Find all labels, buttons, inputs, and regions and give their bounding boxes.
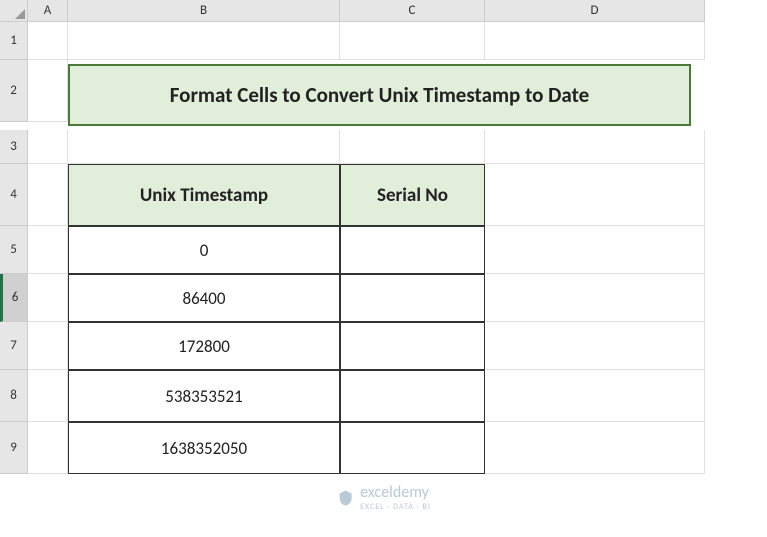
cell-d7[interactable] bbox=[485, 322, 705, 370]
col-header-a[interactable]: A bbox=[28, 0, 68, 22]
col-header-d[interactable]: D bbox=[485, 0, 705, 22]
row-header-2[interactable]: 2 bbox=[0, 60, 28, 122]
cell-a8[interactable] bbox=[28, 370, 68, 422]
cell-a7[interactable] bbox=[28, 322, 68, 370]
table-row[interactable]: 0 bbox=[68, 226, 340, 274]
cell-d5[interactable] bbox=[485, 226, 705, 274]
table-row[interactable]: 86400 bbox=[68, 274, 340, 322]
table-row[interactable]: 1638352050 bbox=[68, 422, 340, 474]
table-header-timestamp[interactable]: Unix Timestamp bbox=[68, 164, 340, 226]
watermark-logo-icon bbox=[336, 489, 354, 507]
select-all-corner[interactable] bbox=[0, 0, 28, 22]
cell-d1[interactable] bbox=[485, 22, 705, 60]
watermark: exceldemy EXCEL · DATA · BI bbox=[336, 483, 431, 512]
cell-b3[interactable] bbox=[68, 130, 340, 164]
cell-c3[interactable] bbox=[340, 130, 485, 164]
col-header-b[interactable]: B bbox=[68, 0, 340, 22]
cell-d9[interactable] bbox=[485, 422, 705, 474]
col-header-c[interactable]: C bbox=[340, 0, 485, 22]
row-header-3[interactable]: 3 bbox=[0, 130, 28, 164]
cell-a5[interactable] bbox=[28, 226, 68, 274]
table-header-serial[interactable]: Serial No bbox=[340, 164, 485, 226]
table-row[interactable]: 172800 bbox=[68, 322, 340, 370]
row-header-9[interactable]: 9 bbox=[0, 422, 28, 474]
table-row[interactable] bbox=[340, 322, 485, 370]
cell-a6[interactable] bbox=[28, 274, 68, 322]
watermark-brand: exceldemy bbox=[360, 483, 431, 502]
cell-a1[interactable] bbox=[28, 22, 68, 60]
table-row[interactable] bbox=[340, 422, 485, 474]
row-header-8[interactable]: 8 bbox=[0, 370, 28, 422]
cell-d3[interactable] bbox=[485, 130, 705, 164]
table-row[interactable] bbox=[340, 226, 485, 274]
cell-a2[interactable] bbox=[28, 60, 68, 122]
cell-a4[interactable] bbox=[28, 164, 68, 226]
title-cell[interactable]: Format Cells to Convert Unix Timestamp t… bbox=[68, 64, 691, 126]
row-header-7[interactable]: 7 bbox=[0, 322, 28, 370]
cell-a9[interactable] bbox=[28, 422, 68, 474]
table-row[interactable] bbox=[340, 274, 485, 322]
cell-b1[interactable] bbox=[68, 22, 340, 60]
table-row[interactable]: 538353521 bbox=[68, 370, 340, 422]
row-header-1[interactable]: 1 bbox=[0, 22, 28, 60]
row-header-5[interactable]: 5 bbox=[0, 226, 28, 274]
cell-d6[interactable] bbox=[485, 274, 705, 322]
watermark-tagline: EXCEL · DATA · BI bbox=[360, 502, 431, 512]
cell-d4[interactable] bbox=[485, 164, 705, 226]
row-header-6[interactable]: 6 bbox=[0, 274, 28, 322]
cell-c1[interactable] bbox=[340, 22, 485, 60]
spreadsheet-grid: A B C D 1 2 Format Cells to Convert Unix… bbox=[0, 0, 767, 474]
cell-d8[interactable] bbox=[485, 370, 705, 422]
table-row[interactable] bbox=[340, 370, 485, 422]
row-header-4[interactable]: 4 bbox=[0, 164, 28, 226]
cell-a3[interactable] bbox=[28, 130, 68, 164]
